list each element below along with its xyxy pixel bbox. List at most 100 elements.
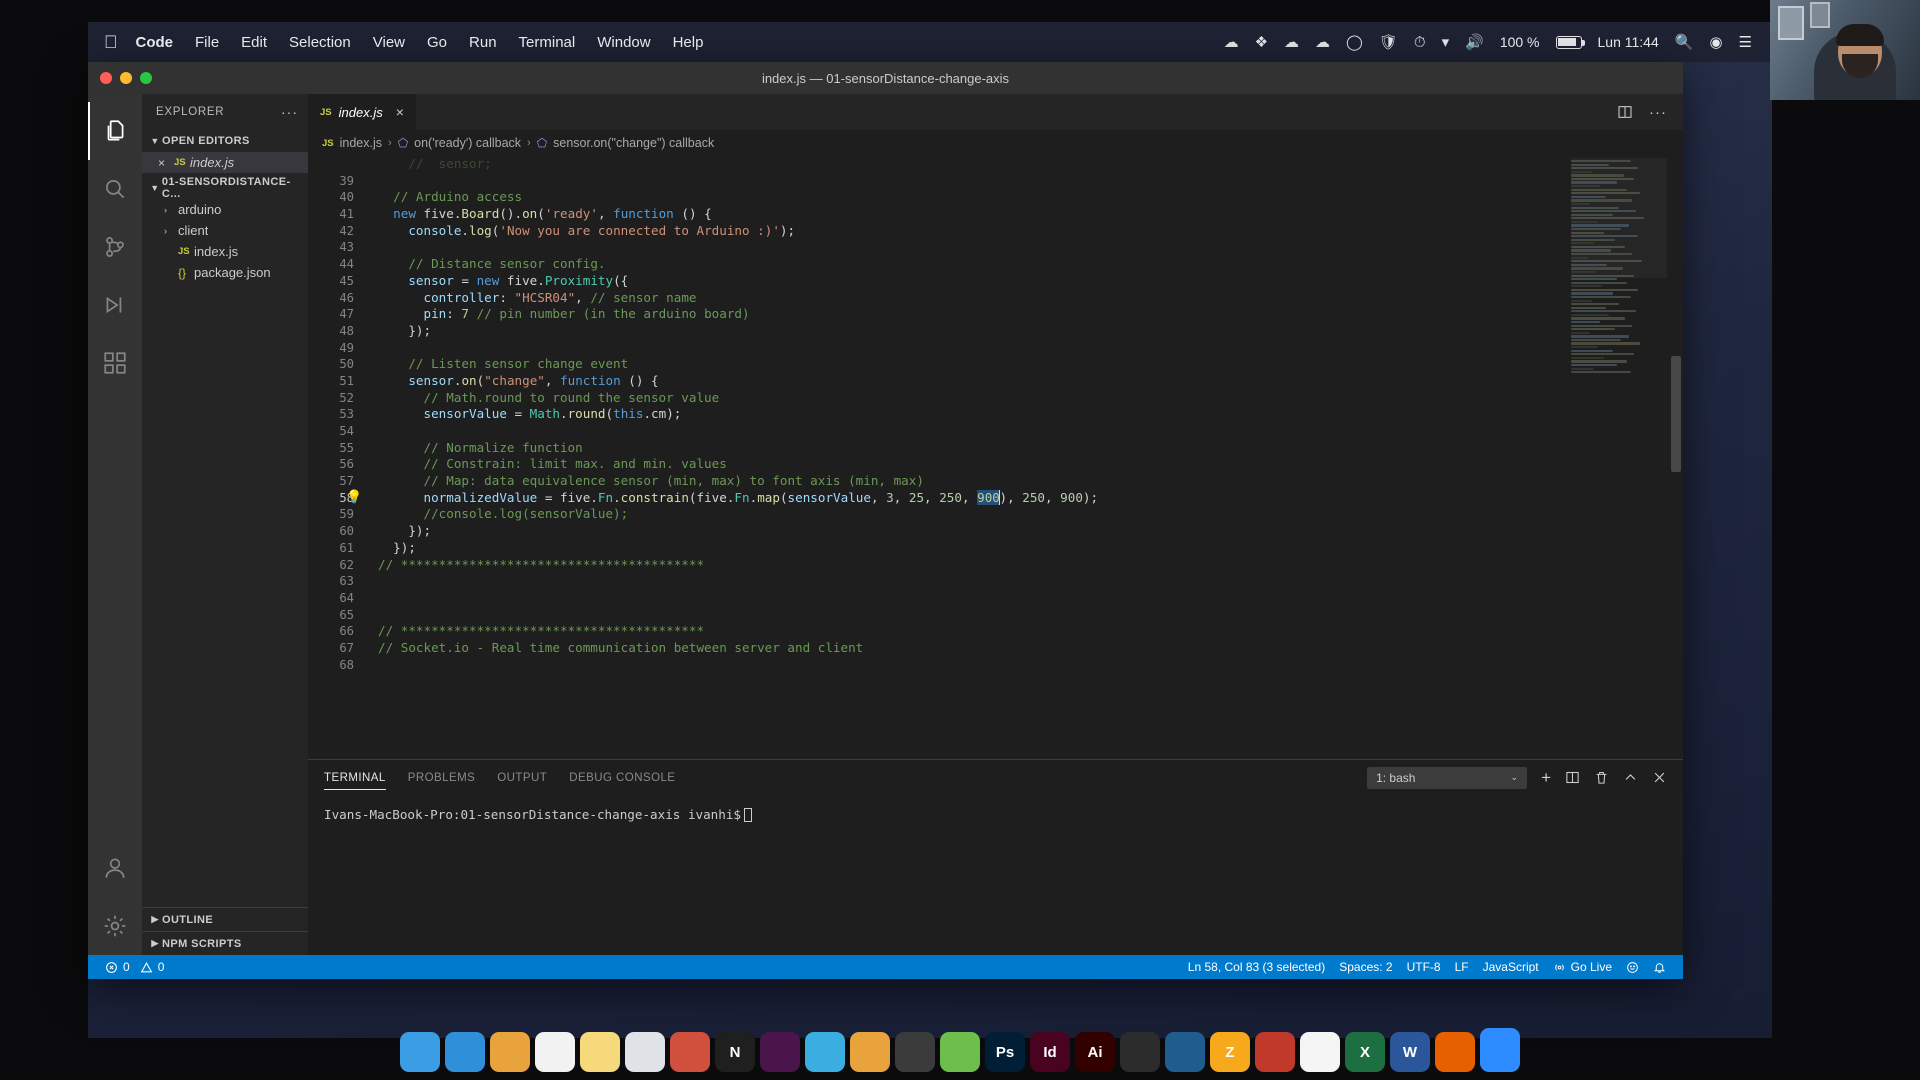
dock-item-sublime[interactable] <box>940 1032 980 1072</box>
code-line[interactable]: 39 <box>308 173 1683 190</box>
code-line[interactable]: 46 controller: "HCSR04", // sensor name <box>308 290 1683 307</box>
code-line[interactable]: 48 }); <box>308 323 1683 340</box>
dropbox-icon[interactable]: ❖ <box>1255 33 1268 51</box>
menubar-item-file[interactable]: File <box>195 34 219 51</box>
dock-item-figma[interactable] <box>1120 1032 1160 1072</box>
status-language-mode[interactable]: JavaScript <box>1476 960 1546 974</box>
code-line[interactable]: 63 <box>308 573 1683 590</box>
terminal-selector[interactable]: 1: bash ⌄ <box>1367 767 1527 789</box>
tab-index-js[interactable]: JS index.js × <box>308 94 417 130</box>
accounts-button[interactable] <box>88 839 142 897</box>
code-line[interactable]: 51 sensor.on("change", function () { <box>308 373 1683 390</box>
maximize-window-button[interactable] <box>140 72 152 84</box>
dock-item-zoom[interactable] <box>1480 1028 1520 1072</box>
code-line[interactable]: 66// ***********************************… <box>308 623 1683 640</box>
dock-item-zeplin[interactable]: Z <box>1210 1032 1250 1072</box>
minimize-window-button[interactable] <box>120 72 132 84</box>
time-machine-icon[interactable]: ⏱ <box>1414 34 1426 51</box>
siri-icon[interactable]: ◉ <box>1709 33 1722 51</box>
project-folder-section[interactable]: ▼ 01-SENSORDISTANCE-C... <box>142 177 308 199</box>
status-eol[interactable]: LF <box>1448 960 1476 974</box>
dock-item-bear[interactable] <box>670 1032 710 1072</box>
code-line[interactable]: 65 <box>308 607 1683 624</box>
mouse-icon[interactable]: ◯ <box>1346 33 1363 51</box>
explorer-more-actions-icon[interactable]: ··· <box>281 104 298 120</box>
code-line[interactable]: 55 // Normalize function <box>308 440 1683 457</box>
menubar-item-go[interactable]: Go <box>427 34 447 51</box>
minimap[interactable] <box>1571 160 1667 410</box>
npm-scripts-section[interactable]: ▶ NPM SCRIPTS <box>142 931 308 955</box>
code-editor[interactable]: // sensor;3940 // Arduino access41 new f… <box>308 156 1683 759</box>
more-actions-icon[interactable]: ··· <box>1649 104 1667 121</box>
code-line[interactable]: 64 <box>308 590 1683 607</box>
outline-section[interactable]: ▶ OUTLINE <box>142 907 308 931</box>
code-line[interactable]: 57 // Map: data equivalence sensor (min,… <box>308 473 1683 490</box>
breadcrumb-item-change-callback[interactable]: sensor.on("change") callback <box>553 136 714 150</box>
shield-icon[interactable]: 🛡 <box>1379 33 1398 51</box>
code-line[interactable]: 68 <box>308 657 1683 674</box>
code-line[interactable]: 42 console.log('Now you are connected to… <box>308 223 1683 240</box>
dock-item-slack[interactable] <box>760 1032 800 1072</box>
cloud-sync-icon[interactable]: ☁ <box>1284 33 1299 51</box>
code-line[interactable]: 49 <box>308 340 1683 357</box>
wifi-icon[interactable]: ▾ <box>1442 33 1450 51</box>
code-line[interactable]: 41 new five.Board().on('ready', function… <box>308 206 1683 223</box>
dock-item-calendar[interactable] <box>535 1032 575 1072</box>
close-icon[interactable]: × <box>158 156 174 170</box>
code-line[interactable]: 53 sensorValue = Math.round(this.cm); <box>308 406 1683 423</box>
close-panel-icon[interactable] <box>1652 770 1667 785</box>
apple-icon[interactable]:  <box>104 33 118 51</box>
open-editors-section[interactable]: ▼ OPEN EDITORS <box>142 130 308 152</box>
code-line[interactable]: 45 sensor = new five.Proximity({ <box>308 273 1683 290</box>
dock-item-photoshop[interactable]: Ps <box>985 1032 1025 1072</box>
dock-item-notes[interactable] <box>580 1032 620 1072</box>
tab-debug-console[interactable]: DEBUG CONSOLE <box>569 760 675 795</box>
code-line[interactable]: 67// Socket.io - Real time communication… <box>308 640 1683 657</box>
dock-item-illustrator[interactable]: Ai <box>1075 1032 1115 1072</box>
control-center-icon[interactable]: ☰ <box>1739 33 1752 51</box>
split-editor-icon[interactable] <box>1617 104 1633 120</box>
sidebar-item-run-debug[interactable] <box>88 276 142 334</box>
dock-item-mail[interactable] <box>490 1032 530 1072</box>
dock-item-trello[interactable] <box>625 1032 665 1072</box>
dock-item-excel[interactable]: X <box>1345 1032 1385 1072</box>
split-terminal-icon[interactable] <box>1565 770 1580 785</box>
dock-item-notion[interactable]: N <box>715 1032 755 1072</box>
open-editor-index-js[interactable]: × JS index.js <box>142 152 308 173</box>
status-problems[interactable]: 0 0 <box>98 960 171 974</box>
dock-item-preview[interactable] <box>1300 1032 1340 1072</box>
code-line[interactable]: 43 <box>308 239 1683 256</box>
code-line[interactable]: 61 }); <box>308 540 1683 557</box>
sidebar-item-extensions[interactable] <box>88 334 142 392</box>
editor-scrollbar[interactable] <box>1671 356 1681 472</box>
menubar-item-view[interactable]: View <box>373 34 405 51</box>
terminal-output[interactable]: Ivans-MacBook-Pro:01-sensorDistance-chan… <box>308 795 1683 955</box>
code-line[interactable]: 44 // Distance sensor config. <box>308 256 1683 273</box>
tab-terminal[interactable]: TERMINAL <box>324 760 386 795</box>
breadcrumb-item-file[interactable]: index.js <box>340 136 382 150</box>
cloud-icon[interactable]: ☁ <box>1224 33 1239 51</box>
code-line[interactable]: 47 pin: 7 // pin number (in the arduino … <box>308 306 1683 323</box>
code-line[interactable]: 56 // Constrain: limit max. and min. val… <box>308 456 1683 473</box>
status-go-live[interactable]: Go Live <box>1546 960 1619 974</box>
status-cursor-position[interactable]: Ln 58, Col 83 (3 selected) <box>1181 960 1332 974</box>
menubar-item-terminal[interactable]: Terminal <box>519 34 576 51</box>
dock-item-infinity[interactable] <box>805 1032 845 1072</box>
dock-item-vscode[interactable] <box>1165 1032 1205 1072</box>
sidebar-item-search[interactable] <box>88 160 142 218</box>
code-line[interactable]: 40 // Arduino access <box>308 189 1683 206</box>
code-line[interactable]: // sensor; <box>308 156 1683 173</box>
close-window-button[interactable] <box>100 72 112 84</box>
dock-item-indesign[interactable]: Id <box>1030 1032 1070 1072</box>
breadcrumb-item-ready-callback[interactable]: on('ready') callback <box>414 136 521 150</box>
code-line[interactable]: 59 //console.log(sensorValue); <box>308 506 1683 523</box>
kill-terminal-icon[interactable] <box>1594 770 1609 785</box>
dock-item-chrome-canary[interactable] <box>850 1032 890 1072</box>
search-icon[interactable]: 🔍 <box>1675 33 1694 51</box>
code-line[interactable]: 54 <box>308 423 1683 440</box>
code-line[interactable]: 50 // Listen sensor change event <box>308 356 1683 373</box>
menubar-item-help[interactable]: Help <box>673 34 704 51</box>
dock-item-safari[interactable] <box>445 1032 485 1072</box>
dock-item-firefox[interactable] <box>1435 1032 1475 1072</box>
maximize-panel-icon[interactable] <box>1623 770 1638 785</box>
